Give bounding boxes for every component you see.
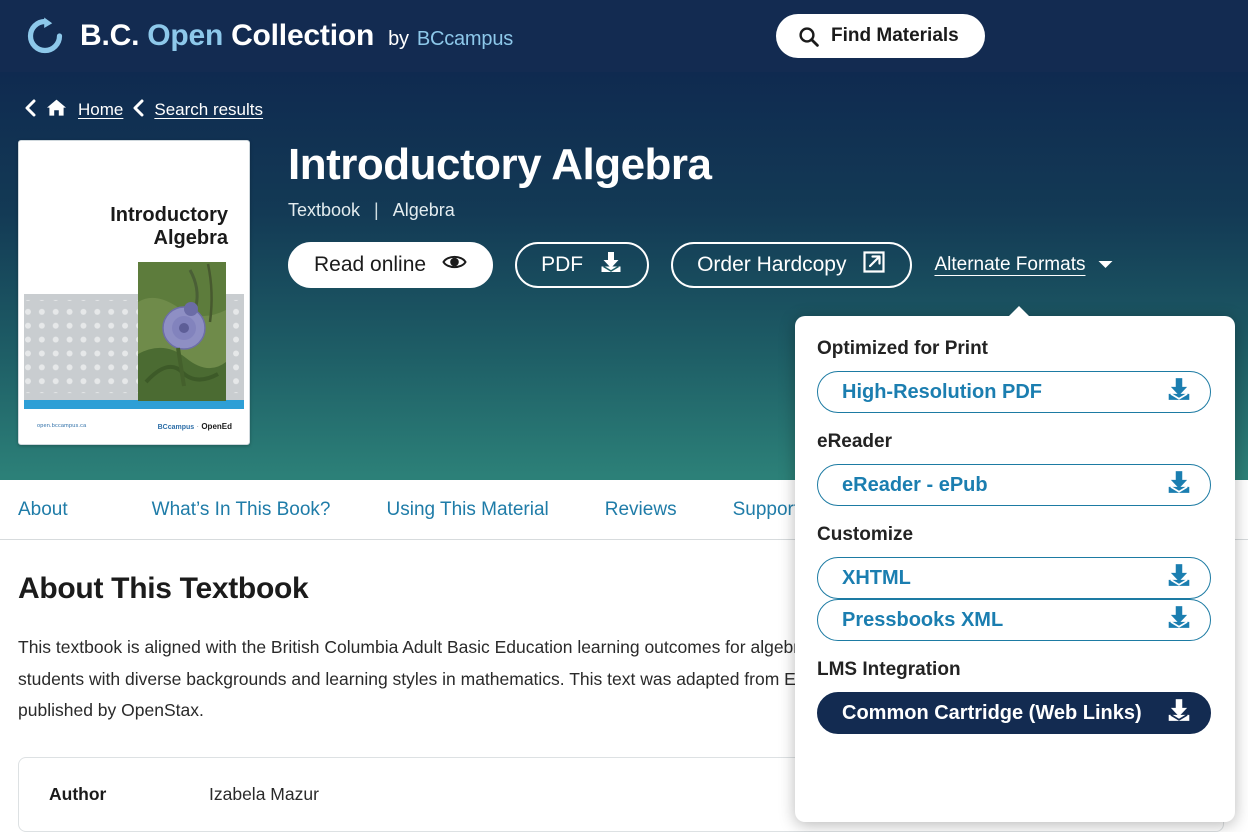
find-materials-label: Find Materials <box>831 25 959 46</box>
high-resolution-pdf-label: High-Resolution PDF <box>842 380 1042 403</box>
author-value: Izabela Mazur <box>209 783 319 804</box>
hero-action-buttons: Read online PDF Order Hardcopy Alternate… <box>288 242 1114 289</box>
dropdown-section-lms-integration: LMS Integration Common Cartridge (Web Li… <box>817 659 1213 734</box>
book-cover-image[interactable]: Introductory Algebra open.bccampus.ca BC… <box>18 140 250 445</box>
eye-icon <box>442 253 467 277</box>
read-online-button[interactable]: Read online <box>288 242 494 289</box>
order-hardcopy-label: Order Hardcopy <box>697 253 847 277</box>
book-cover-footer-opened: OpenEd <box>201 422 232 431</box>
section-heading-optimized-for-print: Optimized for Print <box>817 338 988 359</box>
bc-open-collection-circular-arrow-icon <box>24 15 66 57</box>
brand-by-word: by <box>388 28 409 50</box>
ereader-epub-button[interactable]: eReader - ePub <box>817 464 1211 506</box>
pressbooks-xml-label: Pressbooks XML <box>842 608 1004 631</box>
chevron-down-icon <box>1097 254 1114 276</box>
dropdown-section-ereader: eReader eReader - ePub <box>817 431 1213 506</box>
section-heading-customize: Customize <box>817 524 914 545</box>
book-cover-thistle-photo <box>138 262 226 401</box>
book-cover-title-line1: Introductory <box>110 204 228 226</box>
book-cover-blue-stripe <box>24 400 244 409</box>
pressbooks-xml-button[interactable]: Pressbooks XML <box>817 599 1211 641</box>
breadcrumb: Home Search results <box>0 72 1248 122</box>
download-icon <box>1166 697 1192 729</box>
download-icon <box>1166 376 1192 408</box>
read-online-label: Read online <box>314 253 427 277</box>
resource-subject-label: Algebra <box>392 200 455 221</box>
tab-whats-in-this-book[interactable]: What’s In This Book? <box>124 499 359 521</box>
meta-separator: | <box>374 200 379 221</box>
download-icon <box>1166 604 1192 636</box>
book-cover-footer-url: open.bccampus.ca <box>37 423 87 429</box>
brand-part-open: Open <box>147 19 224 52</box>
resource-type-label: Textbook <box>288 200 361 221</box>
dropdown-pointer-arrow <box>1008 306 1030 317</box>
breadcrumb-search-results-link[interactable]: Search results <box>154 100 263 120</box>
book-cover-title: Introductory Algebra <box>68 204 228 250</box>
breadcrumb-chevron-icon <box>132 99 145 122</box>
brand-org-bccampus: BCcampus <box>416 28 514 50</box>
xhtml-label: XHTML <box>842 566 911 589</box>
book-cover-footer-separator: · <box>196 422 200 431</box>
tab-reviews[interactable]: Reviews <box>577 499 705 521</box>
brand-part-bc: B.C. <box>80 19 140 52</box>
book-cover-footer-bccampus: BCcampus <box>157 424 195 431</box>
page-title: Introductory Algebra <box>288 140 712 189</box>
ereader-epub-label: eReader - ePub <box>842 473 988 496</box>
pdf-download-button[interactable]: PDF <box>515 242 650 289</box>
top-navbar: B.C. Open Collection by BCcampus Find Ma… <box>0 0 1248 72</box>
xhtml-button[interactable]: XHTML <box>817 557 1211 599</box>
dropdown-section-customize: Customize XHTML Pressbooks XML <box>817 524 1213 641</box>
order-hardcopy-button[interactable]: Order Hardcopy <box>671 242 913 289</box>
author-label: Author <box>49 783 107 804</box>
external-link-icon <box>862 250 886 280</box>
dropdown-section-optimized-for-print: Optimized for Print High-Resolution PDF <box>817 338 1213 413</box>
alternate-formats-toggle[interactable]: Alternate Formats <box>934 254 1114 276</box>
section-heading-lms-integration: LMS Integration <box>817 659 961 680</box>
tab-using-this-material[interactable]: Using This Material <box>359 499 577 521</box>
download-icon <box>599 250 623 280</box>
book-cover-footer-publisher: BCcampus · OpenEd <box>158 422 232 431</box>
brand-part-collection: Collection <box>231 19 375 52</box>
search-icon <box>798 26 819 47</box>
breadcrumb-home-link[interactable]: Home <box>78 100 123 120</box>
common-cartridge-label: Common Cartridge (Web Links) <box>842 701 1142 724</box>
brand-logo-group[interactable]: B.C. Open Collection by BCcampus <box>24 15 513 57</box>
download-icon <box>1166 562 1192 594</box>
brand-wordmark: B.C. Open Collection by BCcampus <box>80 19 513 53</box>
resource-meta-line: Textbook | Algebra <box>288 200 1114 221</box>
download-icon <box>1166 469 1192 501</box>
section-heading-ereader: eReader <box>817 431 892 452</box>
alternate-formats-dropdown: Optimized for Print High-Resolution PDF … <box>795 316 1235 822</box>
page-root: B.C. Open Collection by BCcampus Find Ma… <box>0 0 1248 832</box>
pdf-label: PDF <box>541 253 584 277</box>
tab-about[interactable]: About <box>18 499 96 521</box>
find-materials-button[interactable]: Find Materials <box>776 14 985 58</box>
high-resolution-pdf-button[interactable]: High-Resolution PDF <box>817 371 1211 413</box>
home-icon[interactable] <box>46 98 67 122</box>
back-chevron-icon[interactable] <box>24 99 37 122</box>
alternate-formats-label: Alternate Formats <box>934 254 1086 276</box>
book-cover-title-line2: Algebra <box>153 226 228 249</box>
book-cover-artwork: Introductory Algebra open.bccampus.ca BC… <box>24 146 244 439</box>
common-cartridge-web-links-button[interactable]: Common Cartridge (Web Links) <box>817 692 1211 734</box>
